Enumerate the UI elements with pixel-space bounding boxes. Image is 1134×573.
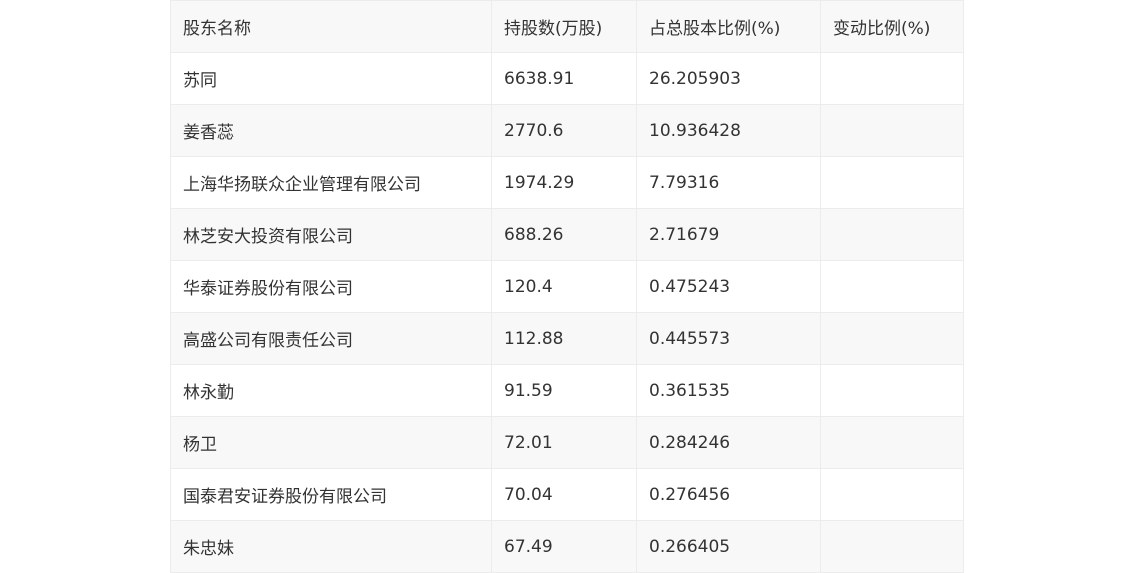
shares-cell: 70.04 [491,468,637,521]
shares-cell: 67.49 [491,520,637,573]
shareholder-name-cell: 朱忠妹 [170,520,492,573]
table-row: 林芝安大投资有限公司 688.26 2.71679 [170,208,964,261]
header-share-ratio: 占总股本比例(%) [636,0,821,53]
change-cell [820,156,964,209]
ratio-cell: 0.361535 [636,364,821,417]
ratio-cell: 2.71679 [636,208,821,261]
shareholder-name-cell: 上海华扬联众企业管理有限公司 [170,156,492,209]
change-cell [820,520,964,573]
header-change-ratio: 变动比例(%) [820,0,964,53]
change-cell [820,260,964,313]
table-row: 上海华扬联众企业管理有限公司 1974.29 7.79316 [170,156,964,209]
shares-cell: 112.88 [491,312,637,365]
shareholder-name-cell: 高盛公司有限责任公司 [170,312,492,365]
shareholder-name-cell: 苏同 [170,52,492,105]
change-cell [820,104,964,157]
ratio-cell: 0.445573 [636,312,821,365]
shareholder-table: 股东名称 持股数(万股) 占总股本比例(%) 变动比例(%) 苏同 6638.9… [170,0,964,573]
shareholder-name-cell: 华泰证券股份有限公司 [170,260,492,313]
ratio-cell: 10.936428 [636,104,821,157]
ratio-cell: 7.79316 [636,156,821,209]
shareholder-name-cell: 姜香蕊 [170,104,492,157]
table-row: 高盛公司有限责任公司 112.88 0.445573 [170,312,964,365]
ratio-cell: 26.205903 [636,52,821,105]
shareholder-name-cell: 林芝安大投资有限公司 [170,208,492,261]
shares-cell: 72.01 [491,416,637,469]
shares-cell: 120.4 [491,260,637,313]
header-shareholder-name: 股东名称 [170,0,492,53]
header-shares-held: 持股数(万股) [491,0,637,53]
shareholder-name-cell: 国泰君安证券股份有限公司 [170,468,492,521]
change-cell [820,416,964,469]
shares-cell: 1974.29 [491,156,637,209]
table-row: 杨卫 72.01 0.284246 [170,416,964,469]
shares-cell: 688.26 [491,208,637,261]
shareholder-table-container: 股东名称 持股数(万股) 占总股本比例(%) 变动比例(%) 苏同 6638.9… [170,0,964,573]
change-cell [820,208,964,261]
ratio-cell: 0.276456 [636,468,821,521]
shareholder-name-cell: 杨卫 [170,416,492,469]
table-row: 朱忠妹 67.49 0.266405 [170,520,964,573]
table-row: 苏同 6638.91 26.205903 [170,52,964,105]
ratio-cell: 0.284246 [636,416,821,469]
ratio-cell: 0.266405 [636,520,821,573]
shares-cell: 2770.6 [491,104,637,157]
shareholder-name-cell: 林永勤 [170,364,492,417]
shares-cell: 6638.91 [491,52,637,105]
table-row: 姜香蕊 2770.6 10.936428 [170,104,964,157]
table-header-row: 股东名称 持股数(万股) 占总股本比例(%) 变动比例(%) [170,0,964,53]
table-body: 苏同 6638.91 26.205903 姜香蕊 2770.6 10.93642… [170,52,964,573]
shares-cell: 91.59 [491,364,637,417]
ratio-cell: 0.475243 [636,260,821,313]
change-cell [820,312,964,365]
table-row: 华泰证券股份有限公司 120.4 0.475243 [170,260,964,313]
table-row: 国泰君安证券股份有限公司 70.04 0.276456 [170,468,964,521]
change-cell [820,468,964,521]
table-row: 林永勤 91.59 0.361535 [170,364,964,417]
change-cell [820,52,964,105]
change-cell [820,364,964,417]
